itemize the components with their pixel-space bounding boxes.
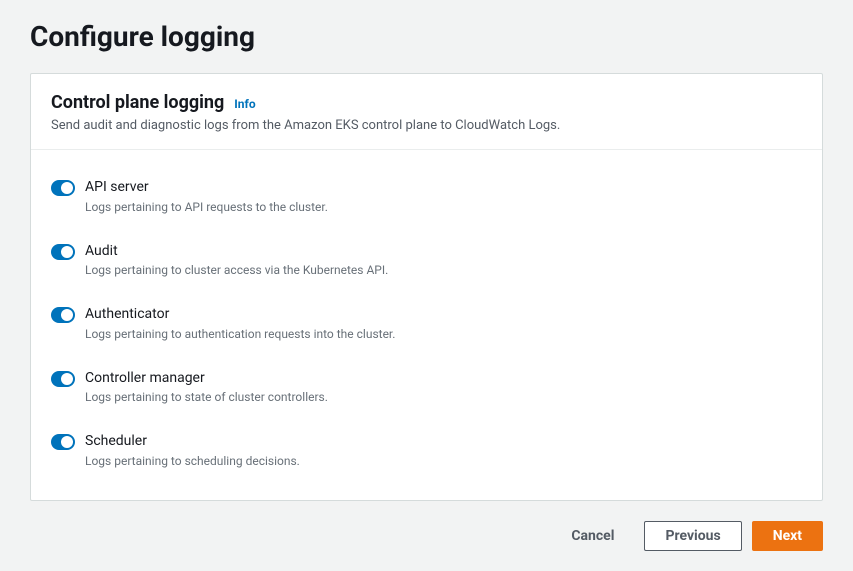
toggle-row-api-server: API server Logs pertaining to API reques… xyxy=(51,160,802,224)
toggle-label: Scheduler xyxy=(85,432,802,452)
toggle-row-scheduler: Scheduler Logs pertaining to scheduling … xyxy=(51,414,802,478)
toggle-description: Logs pertaining to authentication reques… xyxy=(85,327,802,341)
toggle-description: Logs pertaining to cluster access via th… xyxy=(85,263,802,277)
toggle-description: Logs pertaining to API requests to the c… xyxy=(85,200,802,214)
panel-title: Control plane logging xyxy=(51,92,224,113)
page-title: Configure logging xyxy=(30,20,823,53)
panel-header: Control plane logging Info Send audit an… xyxy=(31,74,822,150)
toggle-label: API server xyxy=(85,178,802,198)
toggle-label: Authenticator xyxy=(85,305,802,325)
panel-description: Send audit and diagnostic logs from the … xyxy=(51,118,802,133)
info-link[interactable]: Info xyxy=(234,97,255,111)
panel-body: API server Logs pertaining to API reques… xyxy=(31,150,822,500)
toggle-label: Controller manager xyxy=(85,369,802,389)
toggle-description: Logs pertaining to state of cluster cont… xyxy=(85,390,802,404)
toggle-row-audit: Audit Logs pertaining to cluster access … xyxy=(51,224,802,288)
previous-button[interactable]: Previous xyxy=(644,521,741,551)
cancel-button[interactable]: Cancel xyxy=(551,522,634,550)
toggle-row-authenticator: Authenticator Logs pertaining to authent… xyxy=(51,287,802,351)
toggle-label: Audit xyxy=(85,242,802,262)
toggle-audit[interactable] xyxy=(51,244,75,260)
footer-actions: Cancel Previous Next xyxy=(30,521,823,551)
next-button[interactable]: Next xyxy=(752,521,823,551)
toggle-description: Logs pertaining to scheduling decisions. xyxy=(85,454,802,468)
toggle-row-controller-manager: Controller manager Logs pertaining to st… xyxy=(51,351,802,415)
logging-panel: Control plane logging Info Send audit an… xyxy=(30,73,823,501)
toggle-scheduler[interactable] xyxy=(51,434,75,450)
toggle-authenticator[interactable] xyxy=(51,307,75,323)
toggle-controller-manager[interactable] xyxy=(51,371,75,387)
toggle-api-server[interactable] xyxy=(51,180,75,196)
